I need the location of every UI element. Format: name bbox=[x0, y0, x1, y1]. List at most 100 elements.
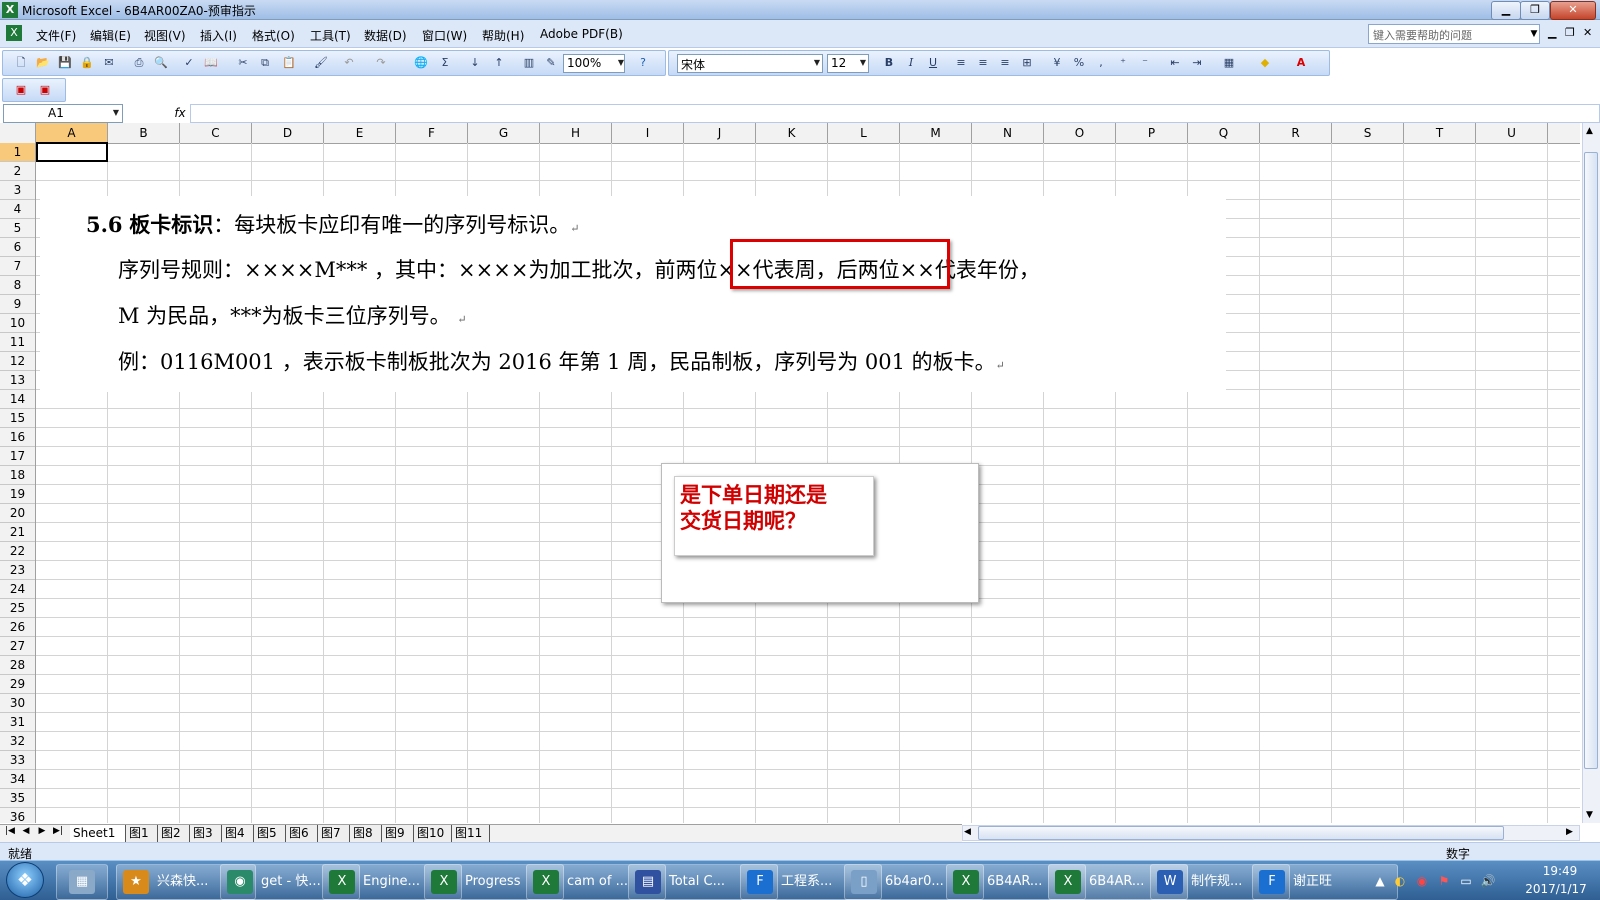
row-header-8[interactable]: 8 bbox=[0, 276, 35, 295]
scroll-up-icon[interactable]: ▲ bbox=[1586, 126, 1593, 136]
scroll-right-icon[interactable]: ▶ bbox=[1566, 827, 1573, 837]
row-header-22[interactable]: 22 bbox=[0, 542, 35, 561]
column-header-k[interactable]: K bbox=[756, 123, 828, 143]
minimize-button[interactable]: ▁ bbox=[1491, 1, 1521, 20]
column-header-l[interactable]: L bbox=[828, 123, 900, 143]
name-box[interactable]: A1 bbox=[3, 104, 123, 123]
vertical-scroll-thumb[interactable] bbox=[1584, 152, 1598, 769]
hyperlink-icon[interactable]: 🌐 bbox=[413, 55, 429, 71]
column-header-i[interactable]: I bbox=[612, 123, 684, 143]
column-header-o[interactable]: O bbox=[1044, 123, 1116, 143]
column-header-u[interactable]: U bbox=[1476, 123, 1548, 143]
align-left-icon[interactable]: ≡ bbox=[953, 55, 969, 71]
column-header-f[interactable]: F bbox=[396, 123, 468, 143]
format-painter-icon[interactable]: 🖌 bbox=[313, 55, 329, 71]
currency-icon[interactable]: ¥ bbox=[1049, 55, 1065, 71]
paste-icon[interactable]: 📋 bbox=[281, 55, 297, 71]
sheet-tab-fig4[interactable]: 图4 bbox=[222, 825, 254, 842]
row-header-17[interactable]: 17 bbox=[0, 447, 35, 466]
horizontal-scroll-thumb[interactable] bbox=[978, 826, 1504, 840]
copy-icon[interactable]: ⧉ bbox=[257, 55, 273, 71]
flag-icon[interactable]: ⚑ bbox=[1436, 873, 1452, 889]
workbook-icon[interactable]: X bbox=[6, 25, 22, 41]
close-button[interactable]: ✕ bbox=[1550, 1, 1596, 20]
row-header-1[interactable]: 1 bbox=[0, 143, 35, 162]
italic-button[interactable]: I bbox=[903, 55, 919, 71]
row-header-30[interactable]: 30 bbox=[0, 694, 35, 713]
spelling-icon[interactable]: ✓ bbox=[181, 55, 197, 71]
sort-ascending-icon[interactable]: ↓ bbox=[467, 55, 483, 71]
clock-time[interactable]: 19:49 bbox=[1530, 864, 1590, 878]
column-header-g[interactable]: G bbox=[468, 123, 540, 143]
row-header-31[interactable]: 31 bbox=[0, 713, 35, 732]
row-header-33[interactable]: 33 bbox=[0, 751, 35, 770]
column-header-q[interactable]: Q bbox=[1188, 123, 1260, 143]
column-header-d[interactable]: D bbox=[252, 123, 324, 143]
row-header-12[interactable]: 12 bbox=[0, 352, 35, 371]
increase-indent-icon[interactable]: ⇥ bbox=[1189, 55, 1205, 71]
row-header-13[interactable]: 13 bbox=[0, 371, 35, 390]
pdf-email-icon[interactable]: ▣ bbox=[37, 82, 53, 98]
row-header-24[interactable]: 24 bbox=[0, 580, 35, 599]
start-button[interactable]: ❖ bbox=[6, 862, 44, 898]
font-name-combo[interactable]: 宋体 bbox=[677, 54, 823, 73]
chevron-down-icon[interactable]: ▼ bbox=[615, 54, 627, 72]
sheet-tab-fig7[interactable]: 图7 bbox=[318, 825, 350, 842]
sheet-tab-fig2[interactable]: 图2 bbox=[158, 825, 190, 842]
pdf-convert-icon[interactable]: ▣ bbox=[13, 82, 29, 98]
scroll-down-icon[interactable]: ▼ bbox=[1586, 810, 1593, 820]
cut-icon[interactable]: ✂ bbox=[235, 55, 251, 71]
align-center-icon[interactable]: ≡ bbox=[975, 55, 991, 71]
column-header-c[interactable]: C bbox=[180, 123, 252, 143]
help-icon[interactable]: ? bbox=[635, 55, 651, 71]
column-header-r[interactable]: R bbox=[1260, 123, 1332, 143]
chevron-down-icon[interactable]: ▼ bbox=[811, 54, 823, 72]
menu-tools[interactable]: 工具(T) bbox=[310, 27, 351, 44]
column-header-s[interactable]: S bbox=[1332, 123, 1404, 143]
doc-minimize-button[interactable]: ▁ bbox=[1548, 26, 1556, 39]
column-header-m[interactable]: M bbox=[900, 123, 972, 143]
bold-button[interactable]: B bbox=[881, 55, 897, 71]
sheet-tab-fig9[interactable]: 图9 bbox=[382, 825, 414, 842]
row-header-6[interactable]: 6 bbox=[0, 238, 35, 257]
column-header-e[interactable]: E bbox=[324, 123, 396, 143]
sheet-tab-fig11[interactable]: 图11 bbox=[452, 825, 490, 842]
row-header-32[interactable]: 32 bbox=[0, 732, 35, 751]
help-search-input[interactable]: 键入需要帮助的问题 bbox=[1368, 24, 1540, 44]
row-header-23[interactable]: 23 bbox=[0, 561, 35, 580]
sort-descending-icon[interactable]: ↑ bbox=[491, 55, 507, 71]
autosum-icon[interactable]: Σ bbox=[437, 55, 453, 71]
volume-icon[interactable]: 🔊 bbox=[1480, 873, 1496, 889]
document-picture[interactable]: 5.6 板卡标识：每块板卡应印有唯一的序列号标识。↵ 序列号规则：××××M**… bbox=[40, 196, 1226, 392]
menu-format[interactable]: 格式(O) bbox=[252, 27, 295, 44]
row-header-9[interactable]: 9 bbox=[0, 295, 35, 314]
active-cell-a1[interactable] bbox=[36, 142, 108, 162]
row-header-21[interactable]: 21 bbox=[0, 523, 35, 542]
row-header-36[interactable]: 36 bbox=[0, 808, 35, 823]
chevron-down-icon[interactable]: ▼ bbox=[110, 104, 122, 122]
doc-restore-button[interactable]: ❐ bbox=[1565, 26, 1575, 39]
row-header-10[interactable]: 10 bbox=[0, 314, 35, 333]
email-icon[interactable]: ✉ bbox=[101, 55, 117, 71]
row-header-3[interactable]: 3 bbox=[0, 181, 35, 200]
sheet-tab-fig6[interactable]: 图6 bbox=[286, 825, 318, 842]
chart-wizard-icon[interactable]: ▥ bbox=[521, 55, 537, 71]
align-right-icon[interactable]: ≡ bbox=[997, 55, 1013, 71]
row-header-35[interactable]: 35 bbox=[0, 789, 35, 808]
comma-button[interactable]: , bbox=[1093, 55, 1109, 71]
percent-button[interactable]: % bbox=[1071, 55, 1087, 71]
underline-button[interactable]: U bbox=[925, 55, 941, 71]
restore-button[interactable]: ❐ bbox=[1520, 1, 1550, 20]
decrease-decimal-icon[interactable]: ⁻ bbox=[1137, 55, 1153, 71]
menu-adobe-pdf[interactable]: Adobe PDF(B) bbox=[540, 27, 623, 41]
save-icon[interactable]: 💾 bbox=[57, 55, 73, 71]
first-sheet-icon[interactable]: |◀ bbox=[4, 826, 16, 836]
column-header-n[interactable]: N bbox=[972, 123, 1044, 143]
sheet-tab-fig3[interactable]: 图3 bbox=[190, 825, 222, 842]
print-icon[interactable]: ⎙ bbox=[131, 55, 147, 71]
row-header-28[interactable]: 28 bbox=[0, 656, 35, 675]
menu-window[interactable]: 窗口(W) bbox=[422, 27, 467, 44]
next-sheet-icon[interactable]: ▶ bbox=[36, 826, 48, 836]
column-header-a[interactable]: A bbox=[36, 123, 108, 143]
doc-close-button[interactable]: ✕ bbox=[1583, 26, 1592, 39]
